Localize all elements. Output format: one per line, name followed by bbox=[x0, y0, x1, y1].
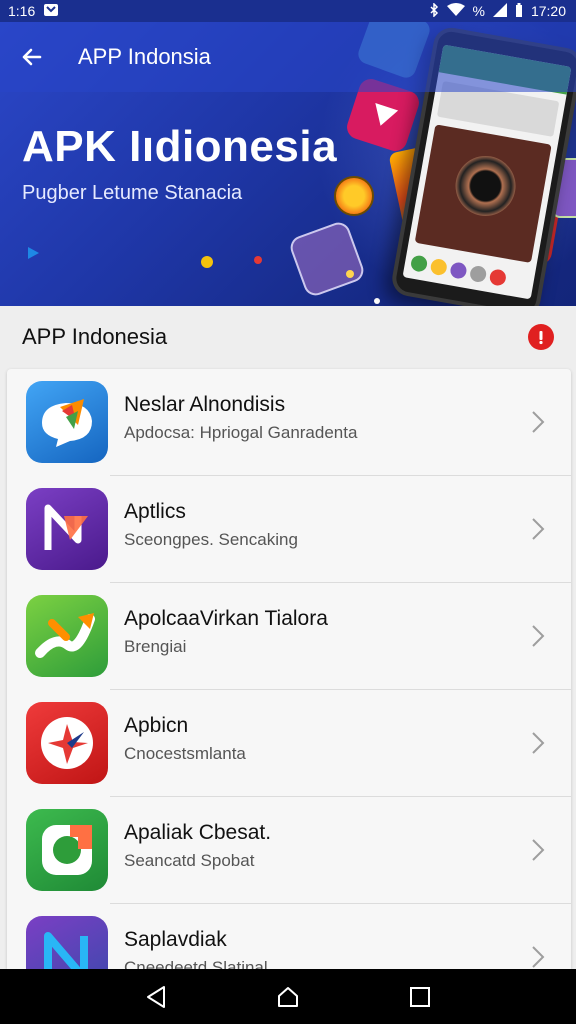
arrow-icon bbox=[26, 595, 108, 677]
item-text: Saplavdiak Cneedeetd Slatinal bbox=[124, 928, 511, 969]
app-name: Apaliak Cbesat. bbox=[124, 821, 272, 844]
app-bar-title: APP Indonsia bbox=[78, 44, 211, 69]
dot-yellow bbox=[201, 256, 213, 268]
navigation-bar bbox=[0, 969, 576, 1024]
dot-red bbox=[254, 256, 262, 264]
item-text: Neslar Alnondisis Apdocsa: Hpriogal Ganr… bbox=[124, 393, 511, 443]
section-title: APP Indonesia bbox=[22, 324, 168, 349]
letter-n-icon bbox=[26, 488, 108, 570]
notification-icon bbox=[43, 3, 59, 20]
signal-icon bbox=[492, 2, 507, 20]
recents-icon bbox=[410, 986, 430, 1007]
phone-media-card bbox=[414, 124, 552, 263]
app-bar: APP Indonsia bbox=[0, 22, 576, 92]
item-text: Aptlics Sceongpes. Sencaking bbox=[124, 500, 511, 550]
status-time-left: 1:16 bbox=[8, 3, 36, 19]
list-item[interactable]: Apbicn Cnocestsmlanta bbox=[7, 690, 571, 797]
item-text: Apbicn Cnocestsmlanta bbox=[124, 714, 511, 764]
speaker-icon bbox=[450, 151, 521, 221]
status-left: 1:16 bbox=[8, 3, 59, 20]
app-name: ApolcaaVirkan Tialora bbox=[124, 607, 328, 630]
status-bar: 1:16 % 17:20 bbox=[0, 0, 576, 22]
chevron-right-icon bbox=[523, 407, 553, 437]
app-description: Brengiai bbox=[124, 637, 187, 656]
letter-n-icon bbox=[26, 916, 108, 969]
app-description: Cneedeetd Slatinal bbox=[124, 958, 268, 969]
section-header: APP Indonesia bbox=[0, 306, 576, 368]
hero-subtitle: Pugber Letume Stanacia bbox=[22, 182, 243, 204]
coin-icon bbox=[334, 176, 374, 216]
chat-bubble-icon bbox=[26, 381, 108, 463]
nav-home-button[interactable] bbox=[264, 973, 312, 1021]
home-icon bbox=[278, 986, 298, 1007]
list-item[interactable]: Apaliak Cbesat. Seancatd Spobat bbox=[7, 797, 571, 904]
status-time-right: 17:20 bbox=[530, 3, 566, 19]
app-name: Saplavdiak bbox=[124, 928, 227, 951]
screen: 1:16 % 17:20 APP Indonsia APK Iıdionesia… bbox=[0, 0, 576, 1024]
back-icon bbox=[147, 985, 165, 1008]
battery-percent: % bbox=[472, 3, 485, 19]
arrow-left-icon bbox=[22, 48, 42, 66]
phone-app-dots bbox=[409, 254, 529, 290]
app-name: Apbicn bbox=[124, 714, 189, 737]
item-text: Apaliak Cbesat. Seancatd Spobat bbox=[124, 821, 511, 871]
app-name: Aptlics bbox=[124, 500, 186, 523]
app-description: Cnocestsmlanta bbox=[124, 744, 246, 763]
app-name: Neslar Alnondisis bbox=[124, 393, 286, 416]
list-item[interactable]: Saplavdiak Cneedeetd Slatinal bbox=[7, 904, 571, 969]
exclamation-icon bbox=[539, 331, 543, 345]
chevron-right-icon bbox=[523, 621, 553, 651]
bluetooth-icon bbox=[429, 1, 439, 20]
star-compass-icon bbox=[26, 702, 108, 784]
item-text: ApolcaaVirkan Tialora Brengiai bbox=[124, 607, 511, 657]
play-icon[interactable] bbox=[27, 246, 41, 265]
chevron-right-icon bbox=[523, 835, 553, 865]
status-right: % 17:20 bbox=[429, 1, 566, 20]
nav-recents-button[interactable] bbox=[396, 973, 444, 1021]
alert-badge[interactable] bbox=[528, 324, 554, 350]
app-description: Seancatd Spobat bbox=[124, 851, 255, 870]
dot-white bbox=[346, 270, 354, 278]
nav-back-button[interactable] bbox=[132, 973, 180, 1021]
hero-banner: APP Indonsia APK Iıdionesia Pugber Letum… bbox=[0, 22, 576, 306]
list-item[interactable]: Aptlics Sceongpes. Sencaking bbox=[7, 476, 571, 583]
chevron-right-icon bbox=[523, 728, 553, 758]
battery-icon bbox=[515, 2, 523, 20]
list-item[interactable]: Neslar Alnondisis Apdocsa: Hpriogal Ganr… bbox=[7, 369, 571, 476]
dot-small bbox=[374, 298, 380, 304]
app-list: Neslar Alnondisis Apdocsa: Hpriogal Ganr… bbox=[7, 369, 571, 969]
app-description: Apdocsa: Hpriogal Ganradenta bbox=[124, 423, 358, 442]
hero-title: APK Iıdionesia bbox=[22, 122, 338, 171]
chevron-right-icon bbox=[523, 514, 553, 544]
app-description: Sceongpes. Sencaking bbox=[124, 530, 298, 549]
list-item[interactable]: ApolcaaVirkan Tialora Brengiai bbox=[7, 583, 571, 690]
g-ring-icon bbox=[26, 809, 108, 891]
back-button[interactable] bbox=[0, 22, 64, 92]
wifi-icon bbox=[446, 2, 465, 20]
chevron-right-icon bbox=[523, 942, 553, 969]
